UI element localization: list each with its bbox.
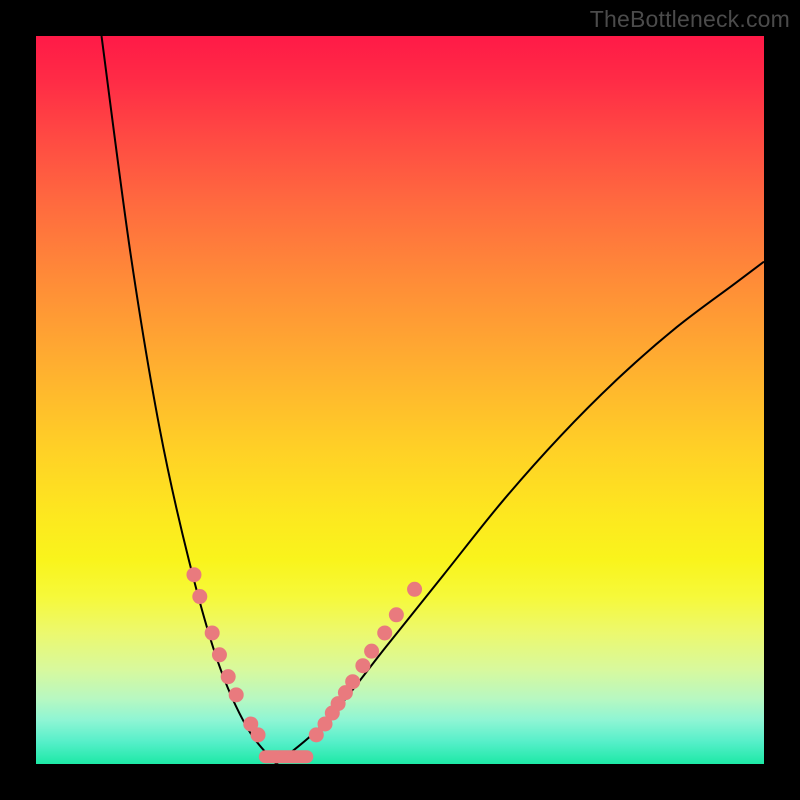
plot-area [36,36,764,764]
highlight-dot [355,658,370,673]
highlight-dot [377,625,392,640]
highlight-dot [251,727,266,742]
highlight-dot [345,674,360,689]
v-curve-left [102,36,277,764]
highlight-dot [389,607,404,622]
highlight-dots-left [186,567,265,742]
highlight-dot [407,582,422,597]
watermark-text: TheBottleneck.com [590,6,790,33]
chart-svg [36,36,764,764]
highlight-dot [192,589,207,604]
highlight-dot [186,567,201,582]
highlight-dot [212,647,227,662]
highlight-dots-right [309,582,422,743]
highlight-dot [205,625,220,640]
highlight-dot [229,687,244,702]
highlight-dot [364,644,379,659]
chart-frame: TheBottleneck.com [0,0,800,800]
highlight-dot [221,669,236,684]
